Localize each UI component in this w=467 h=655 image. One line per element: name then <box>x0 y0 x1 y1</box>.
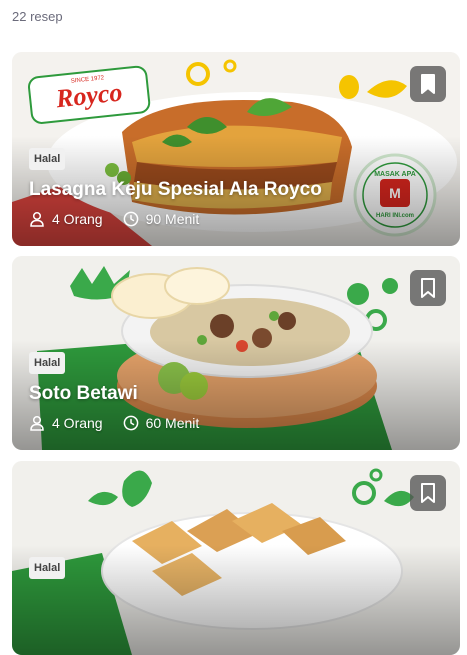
recipe-card-third[interactable]: Halal <box>12 461 460 655</box>
bookmark-button[interactable] <box>410 270 446 306</box>
servings-label: 4 Orang <box>52 211 103 227</box>
recipe-count: 22 resep <box>12 9 63 24</box>
recipe-meta: 4 Orang 90 Menit <box>29 211 199 227</box>
clock-icon <box>123 415 138 431</box>
bookmark-outline-icon <box>421 483 435 503</box>
halal-badge: Halal <box>29 148 66 170</box>
bookmark-button[interactable] <box>410 475 446 511</box>
servings-label: 4 Orang <box>52 415 103 431</box>
halal-badge: Halal <box>29 352 66 374</box>
duration-label: 60 Menit <box>145 415 200 431</box>
bookmark-filled-icon <box>421 74 435 94</box>
person-icon <box>30 415 44 431</box>
recipe-card-lasagna[interactable]: Royco SINCE 1972 M MASAK APA HARI INI.co… <box>12 52 460 246</box>
bookmark-outline-icon <box>421 278 435 298</box>
recipe-title[interactable]: Soto Betawi <box>29 383 138 405</box>
duration-label: 90 Menit <box>145 211 200 227</box>
bookmark-button[interactable] <box>410 66 446 102</box>
image-gradient-overlay <box>12 545 460 655</box>
halal-badge: Halal <box>29 557 66 579</box>
person-icon <box>30 211 44 227</box>
recipe-meta: 4 Orang 60 Menit <box>29 415 199 431</box>
recipe-card-soto-betawi[interactable]: Halal Soto Betawi 4 Orang 60 Menit <box>12 256 460 450</box>
clock-icon <box>123 211 138 227</box>
recipe-title[interactable]: Lasagna Keju Spesial Ala Royco <box>29 179 322 201</box>
